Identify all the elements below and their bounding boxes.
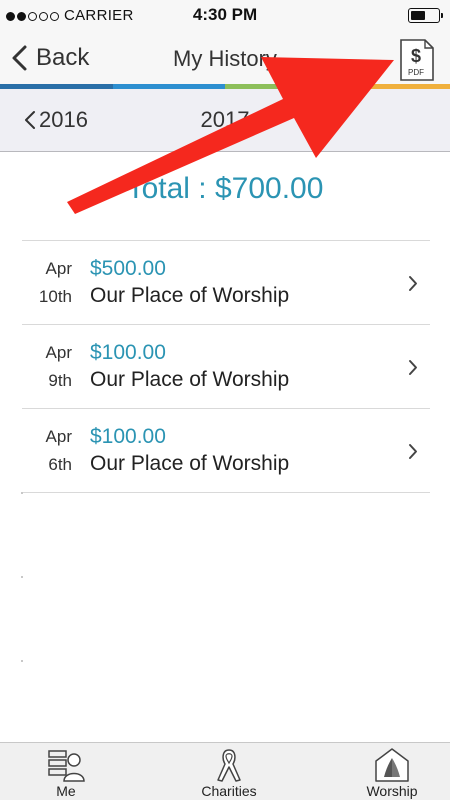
current-year-label: 2017	[200, 107, 250, 132]
tab-label-worship: Worship	[366, 783, 418, 799]
svg-text:$: $	[411, 46, 421, 66]
donation-day: 9th	[48, 371, 72, 390]
pdf-export-button[interactable]: $ PDF	[398, 38, 436, 82]
chevron-left-icon	[25, 111, 35, 129]
donation-amount: $500.00	[90, 257, 166, 280]
donation-amount: $100.00	[90, 341, 166, 364]
empty-row-separator	[21, 576, 23, 578]
donation-row[interactable]: Apr 10th $500.00 Our Place of Worship	[22, 241, 430, 325]
praying-hands-icon	[375, 748, 409, 782]
status-time: 4:30 PM	[192, 5, 258, 24]
person-list-icon	[48, 750, 85, 782]
back-button[interactable]: Back	[10, 42, 89, 74]
back-label: Back	[36, 44, 90, 71]
page-title: My History	[173, 46, 277, 71]
donation-row[interactable]: Apr 6th $100.00 Our Place of Worship	[22, 409, 430, 493]
back-chevron-icon	[12, 45, 27, 71]
donation-amount: $100.00	[90, 425, 166, 448]
pdf-dollar-document-icon: $ PDF	[400, 39, 434, 81]
chevron-right-icon	[409, 444, 417, 459]
donation-day: 10th	[38, 287, 72, 306]
donation-day: 6th	[48, 455, 72, 474]
donation-row[interactable]: Apr 9th $100.00 Our Place of Worship	[22, 325, 430, 409]
tab-bar: Me Charities Worship	[0, 742, 450, 800]
awareness-ribbon-icon	[217, 749, 241, 782]
donation-place: Our Place of Worship	[90, 284, 290, 307]
navigation-bar: Back My History $ PDF	[0, 32, 450, 84]
donation-month: Apr	[45, 343, 72, 362]
empty-row-separator	[21, 492, 23, 494]
status-bar: CARRIER 4:30 PM	[0, 0, 450, 32]
chevron-right-icon	[409, 360, 417, 375]
donation-list: Apr 10th $500.00 Our Place of Worship Ap…	[22, 240, 430, 493]
tab-label-charities: Charities	[201, 783, 257, 799]
tab-worship[interactable]: Worship	[332, 743, 450, 800]
battery-icon	[408, 8, 443, 23]
tab-charities[interactable]: Charities	[169, 743, 289, 800]
donation-month: Apr	[45, 259, 72, 278]
donation-place: Our Place of Worship	[90, 452, 290, 475]
chevron-right-icon	[409, 276, 417, 291]
previous-year-label: 2016	[39, 107, 88, 132]
previous-year-button[interactable]: 2016	[24, 107, 88, 133]
empty-row-separator	[21, 660, 23, 662]
battery-level	[410, 10, 425, 20]
tab-label-me: Me	[56, 783, 76, 799]
total-amount: Total : $700.00	[126, 172, 324, 205]
tab-me[interactable]: Me	[6, 743, 126, 800]
donation-month: Apr	[45, 427, 72, 446]
year-selector: 2016 2017	[0, 89, 450, 152]
donation-place: Our Place of Worship	[90, 368, 290, 391]
pdf-icon-text: PDF	[408, 68, 424, 77]
